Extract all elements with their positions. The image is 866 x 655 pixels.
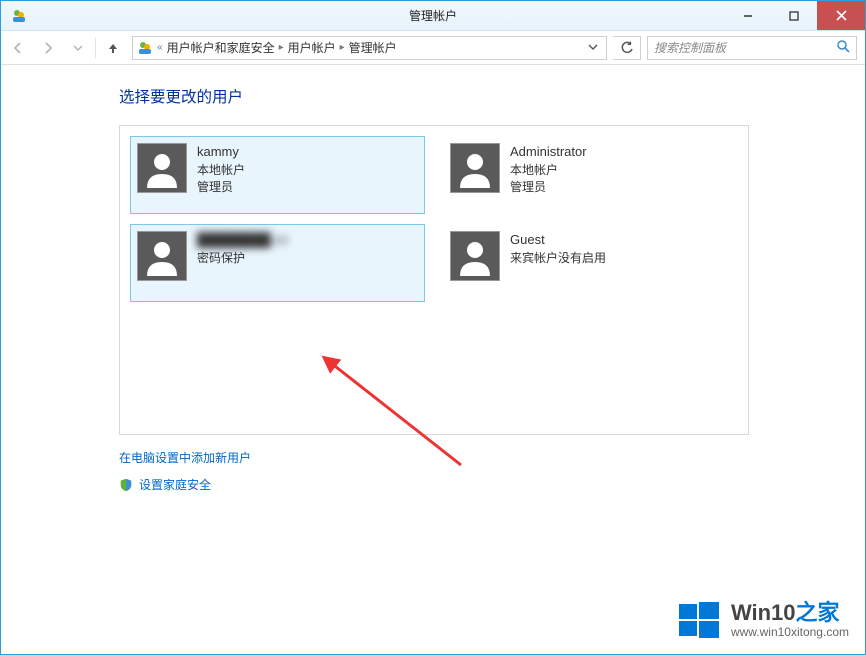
user-line3: 管理员	[197, 179, 245, 195]
divider	[95, 38, 96, 58]
avatar	[137, 143, 187, 193]
family-safety-label: 设置家庭安全	[139, 476, 211, 493]
user-line2: 密码保护	[197, 250, 288, 266]
breadcrumb-sep: «	[157, 42, 163, 53]
breadcrumb-item-1[interactable]: 用户帐户和家庭安全	[167, 39, 275, 56]
minimize-icon	[743, 11, 753, 21]
search-input[interactable]: 搜索控制面板	[647, 36, 857, 60]
minimize-button[interactable]	[725, 1, 771, 30]
recent-button[interactable]	[63, 34, 93, 62]
up-button[interactable]	[98, 34, 128, 62]
close-button[interactable]	[817, 1, 865, 30]
user-card[interactable]: ████████.cn密码保护	[130, 224, 425, 302]
avatar	[137, 231, 187, 281]
titlebar: 管理帐户	[1, 1, 865, 31]
links-section: 在电脑设置中添加新用户 设置家庭安全	[119, 449, 837, 493]
back-icon	[10, 40, 26, 56]
user-card[interactable]: kammy本地帐户管理员	[130, 136, 425, 214]
maximize-button[interactable]	[771, 1, 817, 30]
navbar: « 用户帐户和家庭安全 ▸ 用户帐户 ▸ 管理帐户 搜索控制面板	[1, 31, 865, 65]
add-user-label: 在电脑设置中添加新用户	[119, 449, 251, 466]
window-controls	[725, 1, 865, 30]
user-meta: Guest来宾帐户没有启用	[510, 231, 606, 266]
watermark: Win10之家 www.win10xitong.com	[677, 598, 849, 642]
avatar	[450, 231, 500, 281]
search-placeholder: 搜索控制面板	[654, 39, 726, 56]
page-title: 选择要更改的用户	[119, 85, 837, 107]
users-icon	[137, 40, 153, 56]
user-meta: Administrator本地帐户管理员	[510, 143, 587, 195]
watermark-url: www.win10xitong.com	[731, 626, 849, 639]
add-user-link[interactable]: 在电脑设置中添加新用户	[119, 449, 837, 466]
search-icon[interactable]	[836, 39, 850, 56]
user-meta: kammy本地帐户管理员	[197, 143, 245, 195]
user-name: Guest	[510, 231, 606, 249]
breadcrumb-item-2[interactable]: 用户帐户	[288, 39, 336, 56]
user-grid: kammy本地帐户管理员Administrator本地帐户管理员████████…	[130, 136, 738, 302]
breadcrumb-chevron-icon: ▸	[340, 42, 345, 53]
user-list-box: kammy本地帐户管理员Administrator本地帐户管理员████████…	[119, 125, 749, 435]
user-line3: 管理员	[510, 179, 587, 195]
breadcrumb-dropdown[interactable]	[584, 41, 602, 55]
back-button[interactable]	[3, 34, 33, 62]
forward-icon	[40, 40, 56, 56]
user-card[interactable]: Administrator本地帐户管理员	[443, 136, 738, 214]
shield-icon	[119, 478, 133, 492]
user-meta: ████████.cn密码保护	[197, 231, 288, 266]
user-name: ████████.cn	[197, 231, 288, 249]
breadcrumb[interactable]: « 用户帐户和家庭安全 ▸ 用户帐户 ▸ 管理帐户	[132, 36, 607, 60]
breadcrumb-item-3[interactable]: 管理帐户	[349, 39, 397, 56]
content-area: 选择要更改的用户 kammy本地帐户管理员Administrator本地帐户管理…	[1, 65, 865, 654]
breadcrumb-chevron-icon: ▸	[279, 42, 284, 53]
chevron-down-icon	[73, 43, 83, 53]
windows-logo-icon	[677, 598, 721, 642]
user-name: Administrator	[510, 143, 587, 161]
avatar	[450, 143, 500, 193]
user-name: kammy	[197, 143, 245, 161]
user-line2: 本地帐户	[510, 162, 587, 178]
window-title: 管理帐户	[409, 7, 457, 24]
user-card[interactable]: Guest来宾帐户没有启用	[443, 224, 738, 302]
family-safety-link[interactable]: 设置家庭安全	[119, 476, 837, 493]
user-line2: 本地帐户	[197, 162, 245, 178]
window-frame: 管理帐户	[0, 0, 866, 655]
up-icon	[106, 41, 120, 55]
app-icon	[11, 8, 27, 24]
refresh-button[interactable]	[613, 36, 641, 60]
forward-button[interactable]	[33, 34, 63, 62]
user-line2: 来宾帐户没有启用	[510, 250, 606, 266]
maximize-icon	[789, 11, 799, 21]
watermark-title: Win10之家	[731, 601, 840, 625]
refresh-icon	[620, 41, 634, 55]
chevron-down-icon	[588, 42, 598, 52]
close-icon	[836, 10, 847, 21]
